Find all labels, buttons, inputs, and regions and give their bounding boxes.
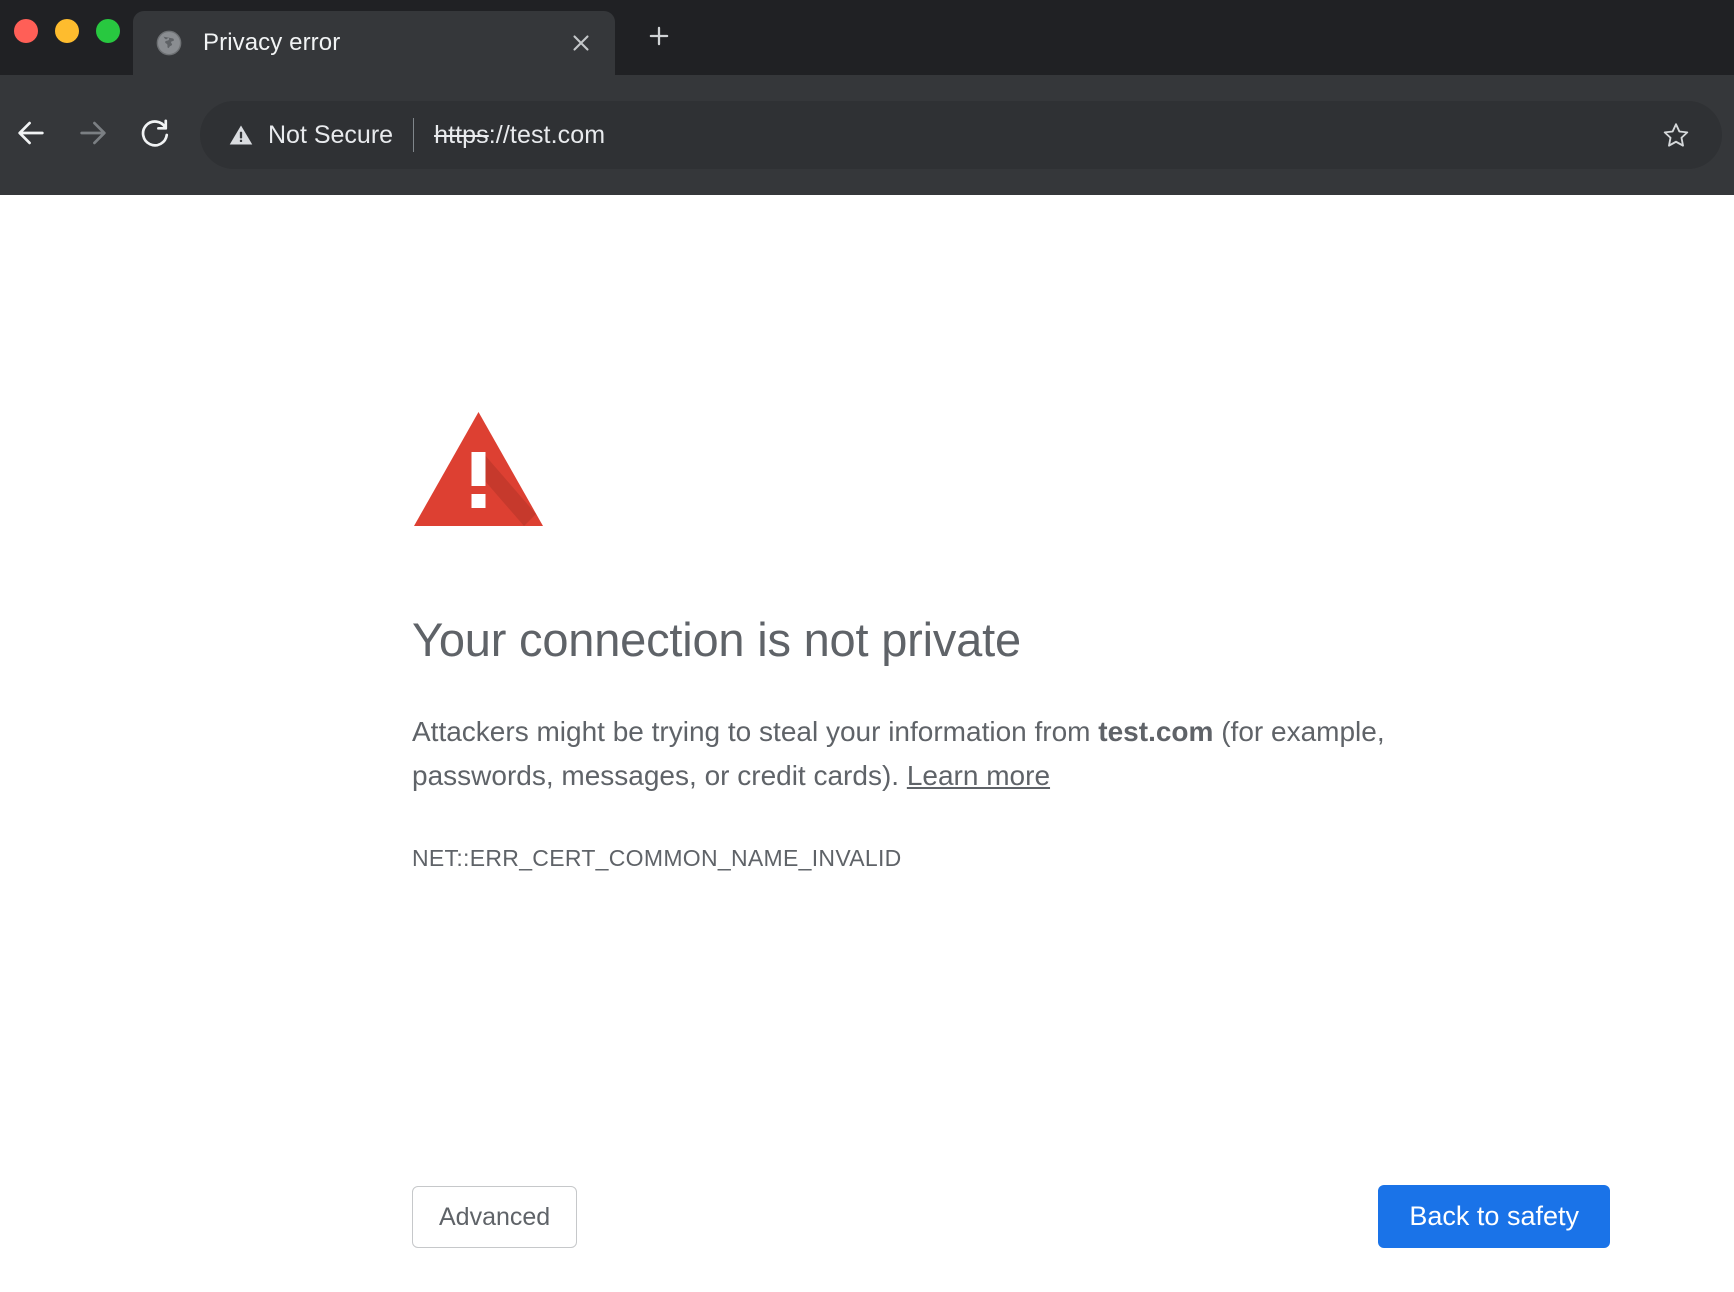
- tab-title: Privacy error: [203, 29, 561, 57]
- window-close-button[interactable]: [14, 19, 38, 43]
- description-domain: test.com: [1098, 716, 1213, 747]
- url-host: test.com: [510, 121, 605, 149]
- back-button[interactable]: [0, 104, 62, 166]
- window-controls: [14, 19, 120, 43]
- url-separator: ://: [489, 121, 510, 149]
- address-bar[interactable]: Not Secure https://test.com: [200, 101, 1722, 169]
- warning-triangle-icon: [412, 410, 545, 528]
- error-code: NET::ERR_CERT_COMMON_NAME_INVALID: [412, 845, 1502, 872]
- learn-more-link[interactable]: Learn more: [907, 760, 1050, 791]
- window-minimize-button[interactable]: [55, 19, 79, 43]
- page-title: Your connection is not private: [412, 612, 1502, 668]
- globe-icon: [155, 29, 183, 57]
- advanced-button[interactable]: Advanced: [412, 1186, 577, 1248]
- security-status-label: Not Secure: [268, 121, 393, 150]
- reload-icon: [138, 116, 172, 155]
- description-part-1: Attackers might be trying to steal your …: [412, 716, 1098, 747]
- forward-arrow-icon: [76, 116, 110, 155]
- warning-triangle-icon[interactable]: [228, 122, 254, 148]
- interstitial-button-row: Advanced Back to safety: [412, 1185, 1610, 1248]
- star-outline-icon[interactable]: [1652, 111, 1700, 159]
- new-tab-button[interactable]: [635, 14, 683, 62]
- back-to-safety-button[interactable]: Back to safety: [1378, 1185, 1610, 1248]
- browser-window: Privacy error: [0, 0, 1734, 1292]
- close-icon[interactable]: [561, 23, 601, 63]
- browser-toolbar: Not Secure https://test.com: [0, 75, 1734, 195]
- page-content: Your connection is not private Attackers…: [0, 195, 1734, 1292]
- url-scheme: https: [434, 121, 489, 149]
- window-maximize-button[interactable]: [96, 19, 120, 43]
- tab-strip: Privacy error: [0, 0, 1734, 75]
- interstitial-description: Attackers might be trying to steal your …: [412, 710, 1502, 797]
- browser-tab-privacy-error[interactable]: Privacy error: [133, 11, 615, 75]
- url-text: https://test.com: [434, 121, 1652, 150]
- forward-button[interactable]: [62, 104, 124, 166]
- back-arrow-icon: [14, 116, 48, 155]
- reload-button[interactable]: [124, 104, 186, 166]
- plus-icon: [646, 23, 672, 54]
- ssl-interstitial: Your connection is not private Attackers…: [412, 410, 1502, 872]
- omnibox-divider: [413, 118, 414, 152]
